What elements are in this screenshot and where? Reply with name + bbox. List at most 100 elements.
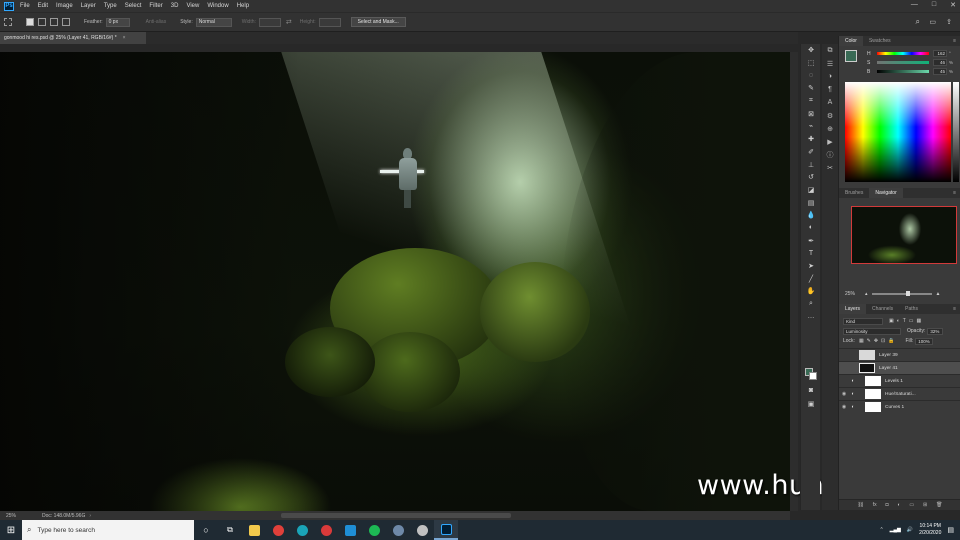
workspace-icon[interactable]: ▭ (929, 18, 936, 26)
volume-icon[interactable]: 🔊 (907, 527, 913, 533)
eraser-tool-icon[interactable]: ◪ (801, 184, 821, 197)
path-select-icon[interactable]: ➤ (801, 260, 821, 273)
status-arrow-icon[interactable]: › (89, 513, 91, 519)
pen-tool-icon[interactable]: ✒ (801, 234, 821, 247)
close-tab-icon[interactable]: × (123, 35, 126, 41)
app-icon-red[interactable] (314, 520, 338, 540)
delete-layer-icon[interactable]: 🗑 (936, 502, 942, 508)
eye-icon[interactable]: ◉ (839, 404, 849, 410)
marquee-tool-icon[interactable]: ⬚ (801, 57, 821, 70)
gradient-tool-icon[interactable]: ▤ (801, 196, 821, 209)
layer-row[interactable]: ◉ ◐ Hue/Saturati... (839, 387, 960, 400)
hue-slider[interactable]: H 162 ° (839, 49, 960, 58)
eyedropper-tool-icon[interactable]: ⌁ (801, 120, 821, 133)
tab-brushes[interactable]: Brushes (839, 188, 869, 198)
canvas-horizontal-scrollbar[interactable] (281, 513, 512, 518)
paragraph-panel-icon[interactable]: ¶ (822, 83, 838, 96)
fill-input[interactable]: 100% (915, 337, 934, 345)
navigator-thumbnail[interactable] (851, 206, 957, 264)
brush-tool-icon[interactable]: ✐ (801, 146, 821, 159)
zoom-tool-icon[interactable]: ⌕ (801, 298, 821, 311)
layer-kind-filter[interactable]: Kind (843, 317, 883, 325)
eye-icon[interactable]: ◉ (839, 391, 849, 397)
adjustments-panel-icon[interactable]: ◑ (822, 70, 838, 83)
height-input[interactable] (318, 17, 341, 27)
chrome-icon[interactable] (266, 520, 290, 540)
brightness-ramp[interactable] (953, 82, 959, 182)
navigator-zoom-value[interactable]: 25% (845, 291, 855, 297)
crop-tool-icon[interactable]: ⌗ (801, 95, 821, 108)
menu-file[interactable]: File (20, 3, 30, 9)
tool-presets-icon[interactable]: ✂ (822, 161, 838, 174)
spotify-icon[interactable] (362, 520, 386, 540)
share-icon[interactable]: ⇪ (946, 18, 952, 26)
taskbar-clock[interactable]: 10:14 PM 2/20/2020 (919, 523, 941, 537)
layer-row[interactable]: ◐ Levels 1 (839, 374, 960, 387)
character-panel-icon[interactable]: A (822, 96, 838, 109)
steam-icon[interactable] (386, 520, 410, 540)
brightness-slider[interactable]: B 45 % (839, 67, 960, 76)
navigator-zoom-slider[interactable] (871, 291, 932, 296)
panel-menu-icon[interactable]: ≡ (953, 190, 956, 196)
menu-filter[interactable]: Filter (149, 3, 162, 9)
notifications-icon[interactable]: ▤ (947, 526, 954, 534)
minimize-button[interactable]: — (911, 1, 918, 9)
canvas-artwork[interactable] (0, 52, 790, 511)
new-layer-icon[interactable]: ⊞ (923, 502, 927, 508)
layer-row[interactable]: Layer 39 (839, 348, 960, 361)
type-tool-icon[interactable]: T (801, 247, 821, 260)
document-tab[interactable]: gonmood hi res.psd @ 25% (Layer 41, RGB/… (0, 32, 146, 44)
brush-settings-icon[interactable]: ⚙ (822, 109, 838, 122)
info-panel-icon[interactable]: ⓘ (822, 148, 838, 161)
menu-window[interactable]: Window (207, 3, 228, 9)
app-icon-teal[interactable] (290, 520, 314, 540)
saturation-slider[interactable]: S 46 % (839, 58, 960, 67)
task-view-icon[interactable]: ⧉ (218, 520, 242, 540)
swap-dimensions-icon[interactable]: ⇄ (286, 18, 292, 26)
menu-view[interactable]: View (186, 3, 199, 9)
clone-stamp-icon[interactable]: ⊥ (801, 158, 821, 171)
select-and-mask-button[interactable]: Select and Mask... (350, 17, 406, 27)
add-mask-icon[interactable]: ◘ (886, 502, 889, 508)
style-select[interactable]: Normal (195, 17, 232, 27)
hand-tool-icon[interactable]: ✋ (801, 285, 821, 298)
zoom-out-icon[interactable]: ▴ (865, 291, 868, 297)
unity-icon[interactable] (410, 520, 434, 540)
tab-swatches[interactable]: Swatches (863, 36, 897, 46)
zoom-in-icon[interactable]: ▲ (936, 291, 941, 297)
menu-layer[interactable]: Layer (81, 3, 96, 9)
menu-select[interactable]: Select (125, 3, 142, 9)
more-tools-icon[interactable]: … (801, 310, 821, 323)
marquee-tool-icon[interactable] (4, 18, 12, 26)
healing-brush-icon[interactable]: ✚ (801, 133, 821, 146)
new-group-icon[interactable]: ▭ (909, 502, 914, 508)
app-icon-blue[interactable] (338, 520, 362, 540)
color-spectrum-picker[interactable] (845, 82, 959, 182)
history-brush-icon[interactable]: ↺ (801, 171, 821, 184)
width-input[interactable] (258, 17, 281, 27)
clone-source-icon[interactable]: ⊕ (822, 122, 838, 135)
new-selection-icon[interactable] (26, 18, 34, 26)
taskbar-search-box[interactable]: ⌕ Type here to search (22, 520, 194, 540)
quick-select-tool-icon[interactable]: ✎ (801, 82, 821, 95)
filter-icons[interactable]: ▣◐T▭▦ (889, 318, 924, 324)
opacity-input[interactable]: 32% (927, 327, 944, 335)
panel-menu-icon[interactable]: ≡ (953, 38, 956, 44)
layer-row[interactable]: ◉ ◐ Curves 1 (839, 400, 960, 413)
quick-mask-icon[interactable]: ◙ (801, 384, 821, 397)
tray-chevron-icon[interactable]: ⌃ (879, 527, 883, 533)
panel-menu-icon[interactable]: ≡ (953, 306, 956, 312)
tab-layers[interactable]: Layers (839, 304, 867, 314)
lasso-tool-icon[interactable]: ◌ (801, 69, 821, 82)
new-adjustment-icon[interactable]: ◐ (897, 502, 900, 508)
menu-help[interactable]: Help (237, 3, 249, 9)
menu-image[interactable]: Image (56, 3, 73, 9)
move-tool-icon[interactable]: ✥ (801, 44, 821, 57)
blur-tool-icon[interactable]: 💧 (801, 209, 821, 222)
link-layers-icon[interactable]: ⛓ (857, 502, 863, 508)
lock-icons[interactable]: ▦✎✥⊡🔒 (859, 338, 898, 344)
actions-panel-icon[interactable]: ▶ (822, 135, 838, 148)
tab-paths[interactable]: Paths (899, 304, 924, 314)
layer-row-selected[interactable]: Layer 41 (839, 361, 960, 374)
intersect-selection-icon[interactable] (62, 18, 70, 26)
